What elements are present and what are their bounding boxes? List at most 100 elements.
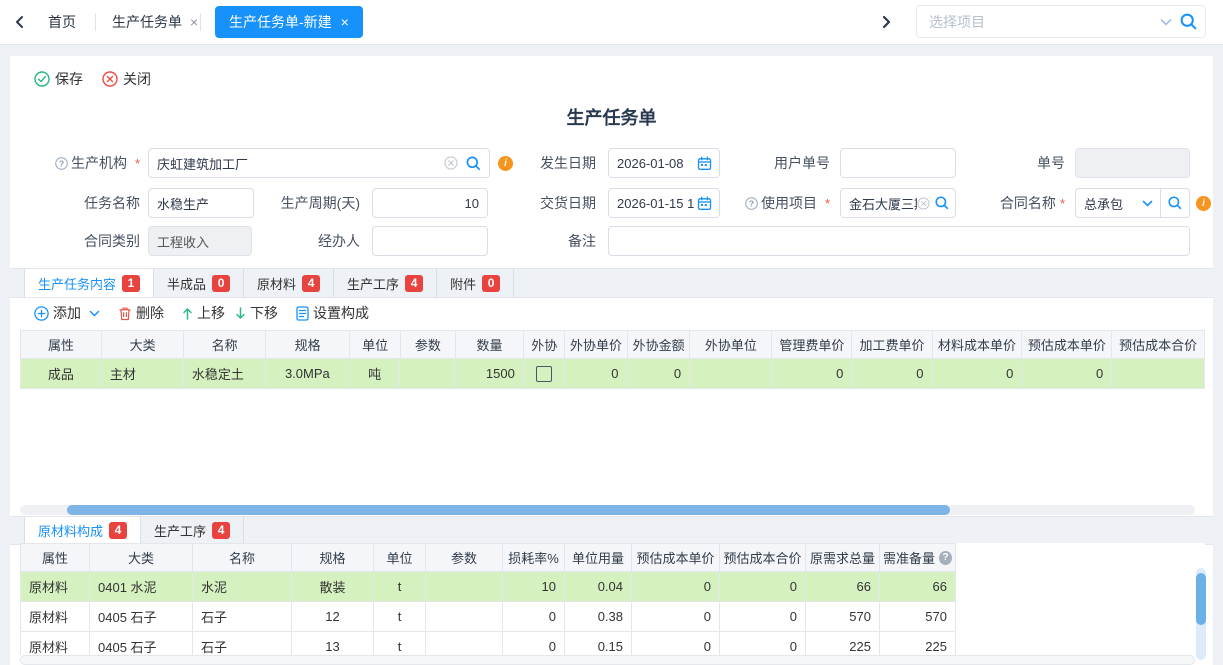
back-chevron-icon[interactable] bbox=[14, 15, 26, 34]
close-circle-icon bbox=[102, 71, 118, 87]
column-header: 材料成本单价 bbox=[933, 330, 1023, 359]
issue-date-label: 发生日期 bbox=[510, 148, 596, 178]
tab-raw-materials[interactable]: 原材料4 bbox=[244, 269, 334, 297]
save-button[interactable]: 保存 bbox=[34, 68, 83, 90]
search-icon[interactable] bbox=[1179, 12, 1198, 31]
count-badge: 4 bbox=[109, 522, 127, 539]
table-row[interactable]: 成品 主材 水稳定土 3.0MPa 吨 1500 0 0 0 0 0 0 bbox=[20, 359, 1205, 389]
delivery-date-field[interactable]: 2026-01-15 1 bbox=[608, 188, 720, 218]
handler-field[interactable] bbox=[372, 226, 488, 256]
project-select-input[interactable]: 选择项目 bbox=[916, 5, 1206, 38]
arrow-down-icon bbox=[235, 307, 246, 320]
chevron-down-icon[interactable] bbox=[1142, 199, 1153, 208]
calendar-icon[interactable] bbox=[697, 156, 712, 171]
set-composition-button[interactable]: 设置构成 bbox=[296, 303, 369, 323]
move-down-button[interactable]: 下移 bbox=[235, 303, 278, 323]
chevron-down-icon bbox=[89, 309, 100, 318]
close-button[interactable]: 关闭 bbox=[102, 68, 151, 90]
tab-material-composition[interactable]: 原材料构成 4 bbox=[24, 517, 141, 544]
set-composition-label: 设置构成 bbox=[313, 303, 369, 323]
task-name-value: 水稳生产 bbox=[149, 194, 253, 213]
contract-name-field[interactable]: 总承包 bbox=[1075, 188, 1190, 218]
production-org-field[interactable]: 庆虹建筑加工厂 bbox=[148, 148, 490, 178]
help-question-icon[interactable]: ? bbox=[939, 551, 952, 565]
remark-field[interactable] bbox=[608, 226, 1190, 256]
page-title: 生产任务单 bbox=[10, 104, 1213, 130]
order-no-label: 单号 bbox=[995, 148, 1065, 178]
help-circle-icon[interactable]: ? bbox=[55, 157, 68, 173]
help-circle-icon[interactable]: ? bbox=[745, 197, 758, 213]
cell: 0405 石子 bbox=[90, 602, 193, 632]
vertical-scrollbar[interactable] bbox=[1196, 568, 1206, 660]
grid-header-row: 属性 大类 名称 规格 单位 参数 数量 外协 外协单价 外协金额 外协单位 管… bbox=[20, 330, 1205, 359]
count-badge: 1 bbox=[122, 275, 140, 292]
cell: 570 bbox=[880, 602, 956, 632]
search-icon[interactable] bbox=[465, 155, 482, 172]
info-icon[interactable]: i bbox=[1196, 196, 1211, 211]
issue-date-field[interactable]: 2026-01-08 bbox=[608, 148, 720, 178]
cell: 原材料 bbox=[20, 632, 90, 655]
cell bbox=[426, 572, 503, 602]
cell: 0 bbox=[632, 632, 720, 655]
horizontal-scrollbar[interactable] bbox=[20, 655, 1195, 665]
search-icon[interactable] bbox=[934, 195, 950, 211]
table-row[interactable]: 原材料 0405 石子 石子 13 t 0 0.15 0 0 225 225 bbox=[20, 632, 1205, 655]
move-up-button[interactable]: 上移 bbox=[182, 303, 225, 323]
move-up-label: 上移 bbox=[197, 303, 225, 323]
tab-label: 原材料构成 bbox=[38, 521, 103, 540]
scrollbar-thumb[interactable] bbox=[67, 505, 950, 515]
svg-text:?: ? bbox=[749, 198, 754, 208]
delete-button[interactable]: 删除 bbox=[118, 303, 164, 323]
tab-production-task-new[interactable]: 生产任务单-新建× bbox=[215, 6, 363, 38]
cell: 66 bbox=[806, 572, 880, 602]
contract-type-value: 工程收入 bbox=[149, 232, 251, 251]
cell: 0 bbox=[565, 359, 628, 389]
remark-label: 备注 bbox=[510, 226, 596, 256]
column-header: 单位用量 bbox=[565, 543, 632, 572]
column-header: 单位 bbox=[350, 330, 401, 359]
cycle-field[interactable]: 10 bbox=[372, 188, 488, 218]
cell bbox=[400, 359, 455, 389]
search-icon[interactable] bbox=[1167, 195, 1183, 211]
task-name-field[interactable]: 水稳生产 bbox=[148, 188, 254, 218]
outsource-checkbox[interactable] bbox=[536, 366, 552, 382]
table-row[interactable]: 原材料 0401 水泥 水泥 散装 t 10 0.04 0 0 66 66 bbox=[20, 572, 1205, 602]
issue-date-value: 2026-01-08 bbox=[609, 156, 697, 171]
plus-circle-icon bbox=[34, 306, 49, 321]
column-header: 属性 bbox=[20, 330, 102, 359]
tab-label: 生产任务内容 bbox=[38, 274, 116, 293]
scrollbar-thumb[interactable] bbox=[1196, 573, 1206, 625]
column-header: 大类 bbox=[90, 543, 193, 572]
chevron-down-icon[interactable] bbox=[1160, 17, 1172, 27]
cell: 10 bbox=[503, 572, 565, 602]
tab-process-composition[interactable]: 生产工序4 bbox=[141, 517, 244, 544]
cell: 0 bbox=[632, 602, 720, 632]
use-project-field[interactable]: 金石大厦三期 bbox=[840, 188, 956, 218]
add-label: 添加 bbox=[53, 303, 81, 323]
clear-icon[interactable] bbox=[444, 156, 458, 170]
add-button[interactable]: 添加 bbox=[34, 303, 100, 323]
tab-home[interactable]: 首页 bbox=[48, 0, 76, 44]
count-badge: 0 bbox=[212, 275, 230, 292]
cell: 0.15 bbox=[565, 632, 632, 655]
tab-semi-finished[interactable]: 半成品0 bbox=[154, 269, 244, 297]
column-header: 外协 bbox=[524, 330, 565, 359]
tab-production-process[interactable]: 生产工序4 bbox=[334, 269, 437, 297]
tab-production-content[interactable]: 生产任务内容 1 bbox=[24, 269, 154, 297]
production-content-grid: 属性 大类 名称 规格 单位 参数 数量 外协 外协单价 外协金额 外协单位 管… bbox=[20, 330, 1205, 505]
bottom-tab-bar: 原材料构成 4 生产工序4 bbox=[10, 516, 1213, 545]
close-tab-icon[interactable]: × bbox=[190, 14, 198, 30]
cell: 0401 水泥 bbox=[90, 572, 193, 602]
tab-attachments[interactable]: 附件0 bbox=[437, 269, 514, 297]
user-order-field[interactable] bbox=[840, 148, 956, 178]
table-row[interactable]: 原材料 0405 石子 石子 12 t 0 0.38 0 0 570 570 bbox=[20, 602, 1205, 632]
close-tab-icon[interactable]: × bbox=[341, 14, 349, 30]
move-down-label: 下移 bbox=[250, 303, 278, 323]
contract-name-value: 总承包 bbox=[1076, 194, 1142, 213]
divider bbox=[95, 13, 96, 31]
cell: 12 bbox=[292, 602, 374, 632]
clear-icon[interactable] bbox=[917, 197, 930, 210]
tab-production-task-list[interactable]: 生产任务单× bbox=[112, 0, 198, 44]
horizontal-scrollbar[interactable] bbox=[20, 505, 1195, 515]
forward-chevron-icon[interactable] bbox=[880, 15, 892, 34]
